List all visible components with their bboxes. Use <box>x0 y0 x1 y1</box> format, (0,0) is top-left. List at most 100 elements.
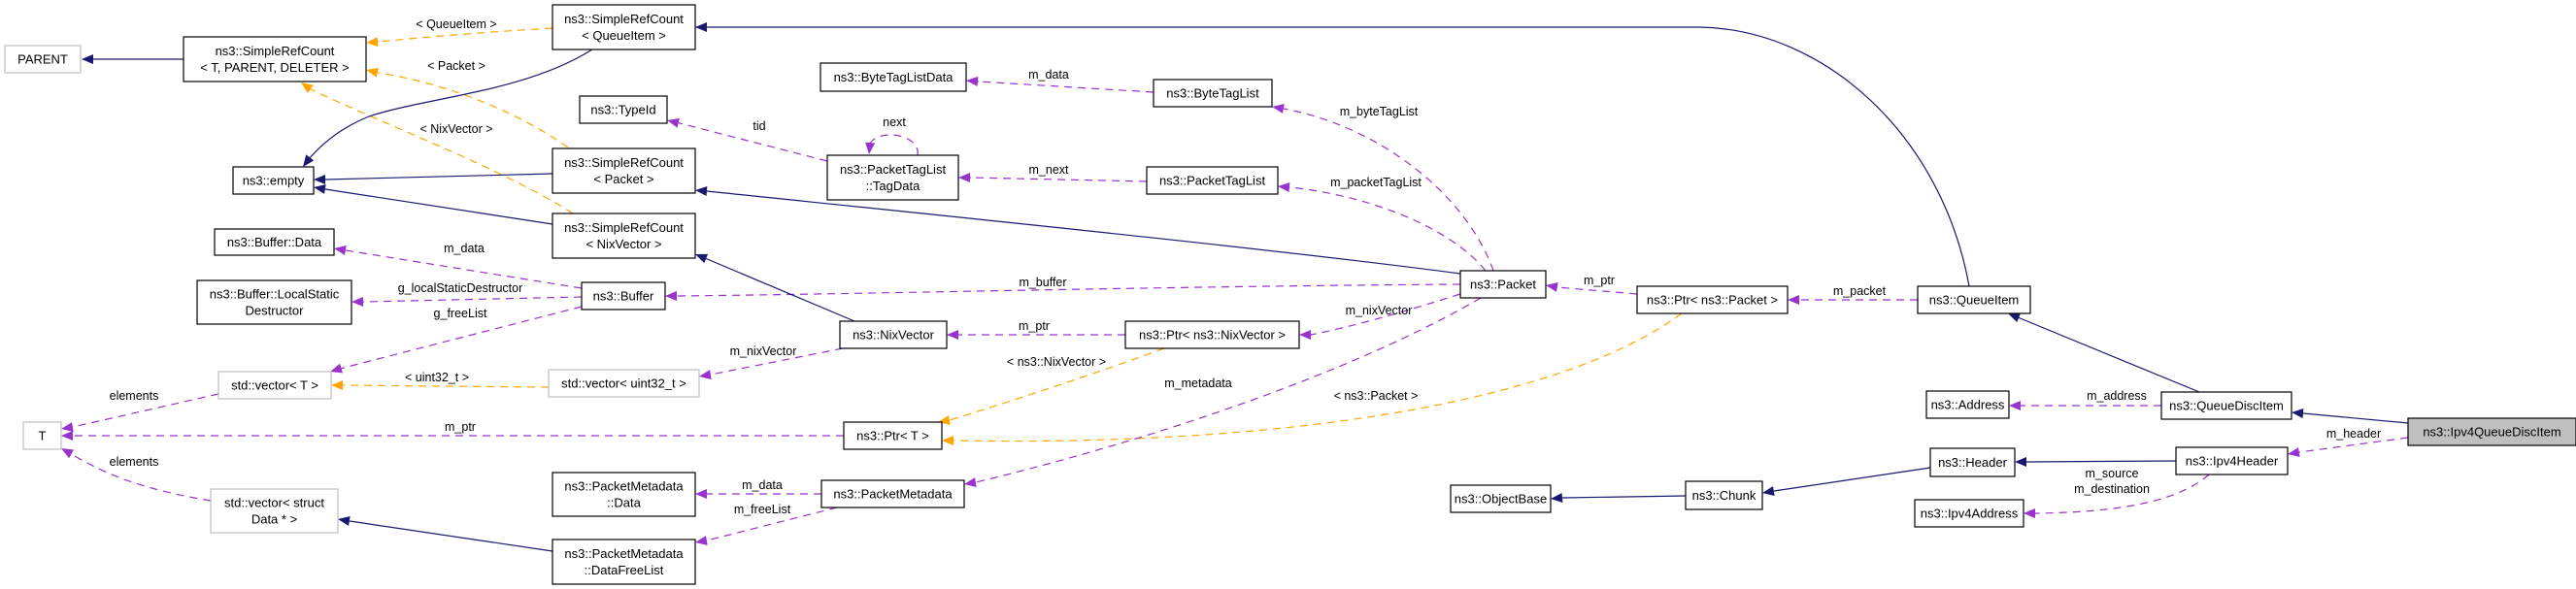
class-node-simplerefcount-nixvector[interactable]: ns3::SimpleRefCount< NixVector > <box>552 213 696 259</box>
inherit-edge-line <box>349 520 553 552</box>
class-node-bytetaglist[interactable]: ns3::ByteTagList <box>1153 79 1273 108</box>
member-edge-line <box>362 296 583 303</box>
edge-label: m_data <box>1028 68 1069 82</box>
arrowhead-icon <box>366 67 379 78</box>
class-node-typeid[interactable]: ns3::TypeId <box>579 95 668 124</box>
member-edge-line <box>1288 186 1487 272</box>
edge-label: next <box>883 115 906 129</box>
edge-ptr_packet-to-ptr_t <box>942 312 1683 445</box>
member-edge-line <box>978 81 1154 93</box>
class-node-ptr-nixvector[interactable]: ns3::Ptr< ns3::NixVector > <box>1124 320 1300 349</box>
edge-label: < ns3::Packet > <box>1334 389 1419 403</box>
node-label: Destructor <box>246 304 305 318</box>
member-edge-line <box>1283 108 1494 272</box>
node-label: ns3::Ptr< T > <box>856 429 929 443</box>
arrowhead-icon <box>338 516 351 526</box>
class-node-ipv4header[interactable]: ns3::Ipv4Header <box>2175 446 2289 475</box>
class-node-packetmetadata[interactable]: ns3::PacketMetadata <box>820 479 965 508</box>
node-label: Data * > <box>251 512 297 527</box>
template-edge-line <box>310 88 574 214</box>
class-node-simplerefcount-generic[interactable]: ns3::SimpleRefCount< T, PARENT, DELETER … <box>183 36 367 82</box>
class-node-parent[interactable]: PARENT <box>4 45 82 74</box>
class-node-queueitem[interactable]: ns3::QueueItem <box>1917 285 2031 314</box>
class-node-buffer-data[interactable]: ns3::Buffer::Data <box>214 228 335 256</box>
class-node-t[interactable]: T <box>22 421 62 450</box>
class-node-packettaglist[interactable]: ns3::PacketTagList <box>1146 166 1279 195</box>
edge-label: < NixVector > <box>419 122 492 136</box>
class-node-objectbase[interactable]: ns3::ObjectBase <box>1450 484 1552 513</box>
class-node-vector-uint32[interactable]: std::vector< uint32_t > <box>548 369 700 398</box>
class-node-nixvector[interactable]: ns3::NixVector <box>839 320 948 349</box>
class-node-pm-data[interactable]: ns3::PacketMetadata::Data <box>552 472 696 517</box>
class-node-buffer[interactable]: ns3::Buffer <box>581 281 666 311</box>
edge-buffer-to-buffer_lsd <box>351 296 583 307</box>
node-label: ::TagData <box>866 179 920 193</box>
node-label: std::vector< T > <box>231 378 318 393</box>
node-label: < QueueItem > <box>582 28 666 43</box>
edge-simplerefcount_packet-to-empty <box>314 173 553 184</box>
arrowhead-icon <box>695 186 708 196</box>
edge-label: g_localStaticDestructor <box>398 281 523 295</box>
node-label: std::vector< uint32_t > <box>561 376 686 391</box>
arrowhead-icon <box>667 117 680 128</box>
nodes-layer: PARENT ns3::SimpleRefCount< T, PARENT, DE… <box>4 4 2576 585</box>
edge-label: g_freeList <box>434 307 487 320</box>
member-edge-line <box>676 283 1461 297</box>
edge-ipv4queuedisc_item-to-queuedisc_item <box>2292 409 2409 424</box>
arrowhead-icon <box>665 291 677 301</box>
class-node-simplerefcount-packet[interactable]: ns3::SimpleRefCount< Packet > <box>552 147 696 194</box>
edge-label: < QueueItem > <box>416 17 496 31</box>
edge-label: m_byteTagList <box>1340 105 1419 118</box>
arrowhead-icon <box>947 330 958 340</box>
inherit-edge-line <box>1561 495 1687 499</box>
node-label: ns3::ByteTagListData <box>834 70 954 84</box>
class-node-header[interactable]: ns3::Header <box>1929 447 2016 477</box>
edge-chunk-to-objectbase <box>1551 493 1687 503</box>
node-label: ns3::PacketMetadata <box>564 479 684 494</box>
class-node-address[interactable]: ns3::Address <box>1925 390 2010 419</box>
class-node-ipv4queuedisc-item[interactable]: ns3::Ipv4QueueDiscItem <box>2407 417 2576 446</box>
class-node-empty[interactable]: ns3::empty <box>232 166 315 195</box>
class-node-ipv4address[interactable]: ns3::Ipv4Address <box>1914 499 2024 528</box>
member-edge-line <box>1556 286 1638 295</box>
edge-label: m_next <box>1029 163 1070 177</box>
edge-label: m_address <box>2087 389 2147 403</box>
class-node-pm-datafreelist[interactable]: ns3::PacketMetadata::DataFreeList <box>552 539 696 585</box>
class-node-bytetaglistdata[interactable]: ns3::ByteTagListData <box>820 62 967 92</box>
arrowhead-icon <box>1762 486 1775 496</box>
class-node-packet[interactable]: ns3::Packet <box>1459 270 1547 299</box>
arrowhead-icon <box>966 76 979 86</box>
class-node-ptr-t[interactable]: ns3::Ptr< T > <box>843 421 943 450</box>
node-label: ns3::Buffer <box>593 289 654 304</box>
node-label: ns3::Ptr< ns3::NixVector > <box>1139 328 1286 343</box>
class-node-ptr-packet[interactable]: ns3::Ptr< ns3::Packet > <box>1636 285 1789 314</box>
edge-label: < Packet > <box>427 59 485 73</box>
edge-ipv4header-to-header <box>2015 457 2177 467</box>
edge-label: m_packetTagList <box>1330 176 1422 189</box>
inherit-edge-line <box>1773 467 1931 492</box>
node-label: ns3::Packet <box>1470 278 1536 292</box>
class-node-queuedisc-item[interactable]: ns3::QueueDiscItem <box>2160 391 2292 420</box>
arrowhead-icon <box>942 436 953 445</box>
inherit-edge-line <box>2302 412 2409 424</box>
edge-simplerefcount_nixvector-to-empty <box>314 184 553 225</box>
edge-label: m_ptr <box>445 420 476 434</box>
node-label: std::vector< struct <box>224 496 324 510</box>
node-label: ns3::Ipv4Header <box>2186 454 2279 469</box>
node-label: ns3::Ptr< ns3::Packet > <box>1647 293 1778 308</box>
node-label: < T, PARENT, DELETER > <box>200 60 349 75</box>
class-node-chunk[interactable]: ns3::Chunk <box>1685 480 1763 510</box>
class-node-vector-t[interactable]: std::vector< T > <box>217 371 332 400</box>
class-node-packettaglist-tagdata[interactable]: ns3::PacketTagList::TagData <box>826 154 959 201</box>
class-node-vector-struct-data[interactable]: std::vector< structData * > <box>210 488 339 534</box>
edge-label: tid <box>753 119 765 133</box>
edge-packettaglist_tagdata-to-packettaglist_tagdata <box>865 134 919 156</box>
edge-queuedisc_item-to-queueitem <box>2008 312 2200 393</box>
node-label: ns3::PacketMetadata <box>833 487 953 502</box>
node-label: ns3::empty <box>243 174 305 188</box>
edge-label: m_source <box>2086 467 2139 480</box>
class-node-simplerefcount-queueitem[interactable]: ns3::SimpleRefCount< QueueItem > <box>552 4 696 50</box>
arrowhead-icon <box>61 448 74 459</box>
class-node-buffer-lsd[interactable]: ns3::Buffer::LocalStaticDestructor <box>196 279 352 325</box>
edge-label: m_metadata <box>1164 376 1232 390</box>
